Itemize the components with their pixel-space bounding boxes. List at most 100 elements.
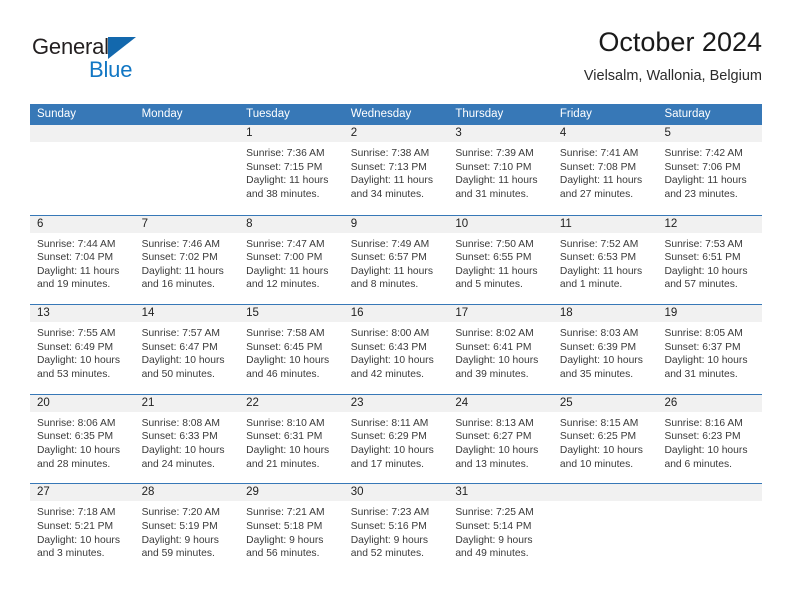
day-details: Sunrise: 7:52 AM Sunset: 6:53 PM Daylight:… bbox=[553, 233, 658, 292]
day-cell[interactable]: 16 Sunrise: 8:00 AM Sunset: 6:43 PM Dayligh… bbox=[343, 305, 449, 394]
sunset-text: Sunset: 6:43 PM bbox=[350, 341, 427, 353]
location-subtitle: Vielsalm, Wallonia, Belgium bbox=[583, 68, 762, 84]
page-title: October 2024 bbox=[598, 27, 762, 57]
day-cell[interactable]: 22 Sunrise: 8:10 AM Sunset: 6:31 PM Dayligh… bbox=[239, 394, 344, 484]
sunrise-text: Sunrise: 8:05 AM bbox=[664, 328, 743, 340]
day-details: Sunrise: 8:13 AM Sunset: 6:27 PM Daylight:… bbox=[448, 412, 553, 471]
day-details: Sunrise: 7:55 AM Sunset: 6:49 PM Daylight:… bbox=[30, 322, 135, 381]
day-details: Sunrise: 7:46 AM Sunset: 7:02 PM Daylight:… bbox=[135, 233, 240, 292]
day-cell[interactable]: 9 Sunrise: 7:49 AM Sunset: 6:57 PM Daylight… bbox=[343, 215, 449, 305]
day-cell[interactable]: 5 Sunrise: 7:42 AM Sunset: 7:06 PM Daylight… bbox=[657, 125, 763, 215]
day-cell-empty bbox=[134, 125, 240, 215]
daylight-text: Daylight: 10 hours and 46 minutes. bbox=[246, 355, 330, 380]
day-number: 16 bbox=[343, 305, 449, 323]
day-cell[interactable]: 29 Sunrise: 7:21 AM Sunset: 5:18 PM Dayligh… bbox=[239, 484, 344, 573]
sunrise-text: Sunrise: 7:25 AM bbox=[455, 507, 534, 519]
weekday-header-saturday: Saturday bbox=[664, 108, 711, 120]
day-cell[interactable]: 6 Sunrise: 7:44 AM Sunset: 7:04 PM Daylight… bbox=[30, 215, 135, 305]
day-cell[interactable]: 25 Sunrise: 8:15 AM Sunset: 6:25 PM Dayligh… bbox=[552, 394, 658, 484]
sunrise-text: Sunrise: 7:39 AM bbox=[455, 148, 534, 159]
day-cell[interactable]: 24 Sunrise: 8:13 AM Sunset: 6:27 PM Dayligh… bbox=[448, 394, 553, 484]
day-cell[interactable]: 15 Sunrise: 7:58 AM Sunset: 6:45 PM Dayligh… bbox=[239, 305, 344, 394]
day-number: 4 bbox=[552, 125, 658, 142]
calendar-grid: Sunday Monday Tuesday Wednesday Thursday Frid… bbox=[30, 104, 763, 573]
sunset-text: Sunset: 6:41 PM bbox=[455, 341, 532, 353]
daylight-text: Daylight: 10 hours and 53 minutes. bbox=[37, 355, 120, 380]
sunset-text: Sunset: 5:21 PM bbox=[37, 520, 114, 532]
daylight-text: Daylight: 9 hours and 59 minutes. bbox=[141, 534, 219, 560]
day-cell[interactable]: 13 Sunrise: 7:55 AM Sunset: 6:49 PM Dayligh… bbox=[30, 305, 135, 394]
sunset-text: Sunset: 6:55 PM bbox=[455, 252, 532, 264]
sunset-text: Sunset: 6:35 PM bbox=[37, 431, 114, 443]
day-cell[interactable]: 20 Sunrise: 8:06 AM Sunset: 6:35 PM Dayligh… bbox=[30, 394, 135, 484]
sunset-text: Sunset: 7:04 PM bbox=[37, 252, 114, 264]
day-cell[interactable]: 26 Sunrise: 8:16 AM Sunset: 6:23 PM Dayligh… bbox=[657, 394, 763, 484]
day-cell[interactable]: 31 Sunrise: 7:25 AM Sunset: 5:14 PM Dayligh… bbox=[448, 484, 553, 573]
daylight-text: Daylight: 11 hours and 34 minutes. bbox=[350, 175, 433, 200]
daylight-text: Daylight: 10 hours and 10 minutes. bbox=[559, 444, 643, 470]
sunrise-text: Sunrise: 8:11 AM bbox=[350, 417, 429, 429]
day-number: 30 bbox=[343, 484, 449, 502]
sunset-text: Sunset: 6:51 PM bbox=[664, 252, 741, 264]
day-details: Sunrise: 7:44 AM Sunset: 7:04 PM Daylight:… bbox=[30, 233, 135, 292]
sunset-text: Sunset: 7:00 PM bbox=[246, 252, 323, 264]
sunset-text: Sunset: 6:31 PM bbox=[246, 431, 323, 443]
day-cell[interactable]: 8 Sunrise: 7:47 AM Sunset: 7:00 PM Daylight… bbox=[239, 215, 344, 305]
weekday-header-thursday: Thursday bbox=[455, 108, 504, 120]
day-number: 22 bbox=[239, 394, 344, 412]
day-cell[interactable]: 23 Sunrise: 8:11 AM Sunset: 6:29 PM Dayligh… bbox=[343, 394, 449, 484]
daylight-text: Daylight: 11 hours and 8 minutes. bbox=[350, 265, 433, 291]
day-cell[interactable]: 4 Sunrise: 7:41 AM Sunset: 7:08 PM Daylight… bbox=[552, 125, 658, 215]
sunset-text: Sunset: 6:57 PM bbox=[350, 252, 427, 264]
sunset-text: Sunset: 7:13 PM bbox=[350, 161, 427, 173]
generalblue-logo: General Blue bbox=[32, 34, 192, 90]
day-cell[interactable]: 17 Sunrise: 8:02 AM Sunset: 6:41 PM Dayligh… bbox=[448, 305, 553, 394]
day-cell[interactable]: 21 Sunrise: 8:08 AM Sunset: 6:33 PM Dayligh… bbox=[134, 394, 240, 484]
day-number: 24 bbox=[448, 394, 553, 412]
day-number: 7 bbox=[134, 215, 240, 233]
day-number: 28 bbox=[134, 484, 240, 502]
day-cell[interactable]: 12 Sunrise: 7:53 AM Sunset: 6:51 PM Dayligh… bbox=[657, 215, 763, 305]
day-cell[interactable]: 18 Sunrise: 8:03 AM Sunset: 6:39 PM Dayligh… bbox=[552, 305, 658, 394]
day-number: 12 bbox=[657, 215, 763, 233]
sunrise-text: Sunrise: 7:46 AM bbox=[141, 238, 220, 250]
day-details: Sunrise: 8:00 AM Sunset: 6:43 PM Daylight:… bbox=[344, 322, 449, 381]
day-cell[interactable]: 27 Sunrise: 7:18 AM Sunset: 5:21 PM Dayligh… bbox=[30, 484, 135, 573]
daylight-text: Daylight: 10 hours and 57 minutes. bbox=[664, 265, 748, 291]
day-details: Sunrise: 7:53 AM Sunset: 6:51 PM Daylight:… bbox=[657, 233, 762, 292]
day-cell[interactable]: 30 Sunrise: 7:23 AM Sunset: 5:16 PM Dayligh… bbox=[343, 484, 449, 573]
sunrise-text: Sunrise: 8:16 AM bbox=[664, 417, 743, 429]
daylight-text: Daylight: 11 hours and 38 minutes. bbox=[246, 175, 329, 200]
sunset-text: Sunset: 6:53 PM bbox=[559, 252, 637, 264]
sunrise-text: Sunrise: 7:36 AM bbox=[246, 148, 325, 159]
sunrise-text: Sunrise: 8:00 AM bbox=[350, 328, 430, 340]
daylight-text: Daylight: 10 hours and 28 minutes. bbox=[37, 444, 120, 470]
day-cell[interactable]: 14 Sunrise: 7:57 AM Sunset: 6:47 PM Dayligh… bbox=[134, 305, 240, 394]
daylight-text: Daylight: 11 hours and 19 minutes. bbox=[37, 265, 120, 291]
day-details: Sunrise: 7:57 AM Sunset: 6:47 PM Daylight:… bbox=[135, 322, 240, 381]
sunset-text: Sunset: 6:39 PM bbox=[559, 341, 637, 353]
daylight-text: Daylight: 11 hours and 23 minutes. bbox=[664, 175, 747, 200]
sunset-text: Sunset: 6:49 PM bbox=[37, 341, 114, 353]
day-cell[interactable]: 2 Sunrise: 7:38 AM Sunset: 7:13 PM Daylight… bbox=[343, 125, 449, 215]
daylight-text: Daylight: 11 hours and 5 minutes. bbox=[455, 265, 538, 291]
day-cell[interactable]: 3 Sunrise: 7:39 AM Sunset: 7:10 PM Daylight… bbox=[448, 125, 553, 215]
sunrise-text: Sunrise: 7:44 AM bbox=[37, 238, 116, 250]
daylight-text: Daylight: 11 hours and 12 minutes. bbox=[246, 265, 329, 291]
day-cell[interactable]: 10 Sunrise: 7:50 AM Sunset: 6:55 PM Dayligh… bbox=[448, 215, 553, 305]
day-number bbox=[657, 484, 763, 502]
daylight-text: Daylight: 10 hours and 3 minutes. bbox=[37, 534, 120, 560]
day-details: Sunrise: 8:06 AM Sunset: 6:35 PM Daylight:… bbox=[30, 412, 135, 471]
day-cell[interactable]: 7 Sunrise: 7:46 AM Sunset: 7:02 PM Daylight… bbox=[134, 215, 240, 305]
day-number: 29 bbox=[239, 484, 344, 502]
day-number: 10 bbox=[448, 215, 553, 233]
day-details: Sunrise: 7:58 AM Sunset: 6:45 PM Daylight:… bbox=[239, 322, 344, 381]
sunrise-text: Sunrise: 8:10 AM bbox=[246, 417, 325, 429]
day-number bbox=[30, 125, 135, 142]
day-details: Sunrise: 7:25 AM Sunset: 5:14 PM Daylight:… bbox=[448, 501, 553, 560]
day-cell[interactable]: 1 Sunrise: 7:36 AM Sunset: 7:15 PM Daylight… bbox=[239, 125, 344, 215]
day-cell[interactable]: 19 Sunrise: 8:05 AM Sunset: 6:37 PM Dayligh… bbox=[657, 305, 763, 394]
day-cell[interactable]: 11 Sunrise: 7:52 AM Sunset: 6:53 PM Dayligh… bbox=[552, 215, 658, 305]
day-cell[interactable]: 28 Sunrise: 7:20 AM Sunset: 5:19 PM Dayligh… bbox=[134, 484, 240, 573]
day-details: Sunrise: 8:03 AM Sunset: 6:39 PM Daylight:… bbox=[553, 322, 658, 381]
